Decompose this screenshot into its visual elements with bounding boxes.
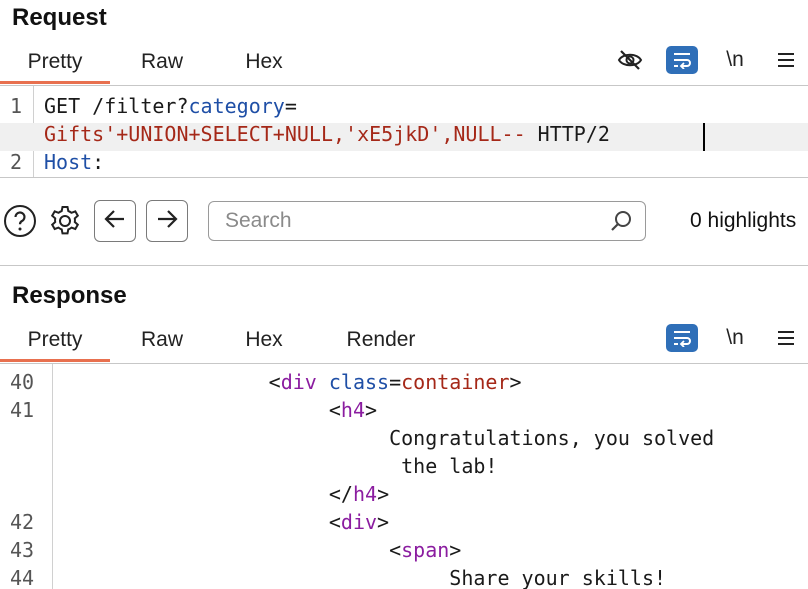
code-line: <span> (76, 536, 461, 564)
code-line: <h4> (76, 396, 377, 424)
code-token: < (328, 398, 341, 422)
next-button[interactable] (146, 200, 188, 242)
code-line: the lab! (76, 452, 497, 480)
request-editor[interactable]: 1 GET /filter?category= Gifts'+UNION+SELEC… (0, 86, 808, 177)
response-tab-render[interactable]: Render (324, 318, 438, 362)
code-token: < (268, 370, 281, 394)
code-token: class (328, 370, 390, 394)
request-tab-hex[interactable]: Hex (214, 40, 314, 84)
code-token: = (389, 370, 402, 394)
line-number: 41 (10, 398, 35, 422)
search-input[interactable] (225, 208, 595, 234)
code-token: </ (328, 482, 353, 506)
code-line: Share your skills! (76, 564, 666, 589)
code-token: span (401, 538, 450, 562)
line-number: 44 (10, 566, 35, 589)
response-tab-raw[interactable]: Raw (110, 318, 214, 362)
code-token: Host (44, 150, 93, 174)
request-tab-raw[interactable]: Raw (110, 40, 214, 84)
line-number: 1 (10, 94, 23, 118)
code-token: HTTP/2 (525, 122, 610, 146)
code-line: Host: (44, 148, 104, 176)
show-newlines-button[interactable]: \n (720, 324, 750, 352)
line-number: 42 (10, 510, 35, 534)
response-editor[interactable]: 40 <div class=container> 41 <h4> Congratu… (0, 364, 808, 589)
code-line: GET /filter?category= (44, 92, 297, 120)
text-caret (703, 123, 705, 151)
code-token: category (188, 94, 285, 118)
code-line: </h4> (76, 480, 389, 508)
search-divider (0, 265, 808, 266)
code-token: container (401, 370, 510, 394)
code-token: > (377, 510, 390, 534)
code-token: < (328, 510, 341, 534)
code-token: : (92, 150, 105, 174)
code-token: div (280, 370, 317, 394)
arrow-left-icon (104, 209, 126, 234)
request-editor-divider (0, 177, 808, 178)
gear-icon[interactable] (47, 203, 83, 239)
request-tab-pretty[interactable]: Pretty (0, 40, 110, 84)
response-tab-hex[interactable]: Hex (214, 318, 314, 362)
menu-icon[interactable] (772, 324, 800, 352)
help-icon[interactable] (3, 204, 37, 238)
show-newlines-button[interactable]: \n (720, 46, 750, 74)
word-wrap-icon[interactable] (666, 46, 698, 74)
code-token: Share your skills! (449, 566, 667, 589)
line-number: 43 (10, 538, 35, 562)
code-line: Congratulations, you solved (76, 424, 714, 452)
code-token: Gifts'+UNION+SELECT+NULL,'xE5jkD',NULL-- (44, 122, 526, 146)
eye-slash-icon[interactable] (614, 46, 646, 74)
gutter-divider (52, 364, 53, 589)
request-title: Request (12, 4, 107, 31)
response-title: Response (12, 282, 127, 309)
code-line: <div class=container> (76, 368, 522, 396)
code-line: <div> (76, 508, 389, 536)
code-token: > (365, 398, 378, 422)
search-icon[interactable] (609, 209, 633, 238)
search-field (208, 201, 646, 241)
code-token: Congratulations, you solved (389, 426, 715, 450)
highlights-count: 0 highlights (690, 209, 797, 232)
code-token: > (377, 482, 390, 506)
line-number: 40 (10, 370, 35, 394)
arrow-right-icon (156, 209, 178, 234)
code-token: div (340, 510, 378, 534)
code-token: < (389, 538, 402, 562)
code-token: > (449, 538, 462, 562)
code-token: GET /filter? (44, 94, 189, 118)
code-token: > (509, 370, 522, 394)
line-number: 2 (10, 150, 23, 174)
response-tab-pretty[interactable]: Pretty (0, 318, 110, 362)
word-wrap-icon[interactable] (666, 324, 698, 352)
code-token: the lab! (401, 454, 498, 478)
code-line: Gifts'+UNION+SELECT+NULL,'xE5jkD',NULL--… (44, 120, 610, 148)
previous-button[interactable] (94, 200, 136, 242)
menu-icon[interactable] (772, 46, 800, 74)
code-token: h4 (340, 398, 366, 422)
code-token: h4 (352, 482, 378, 506)
code-token: = (284, 94, 297, 118)
